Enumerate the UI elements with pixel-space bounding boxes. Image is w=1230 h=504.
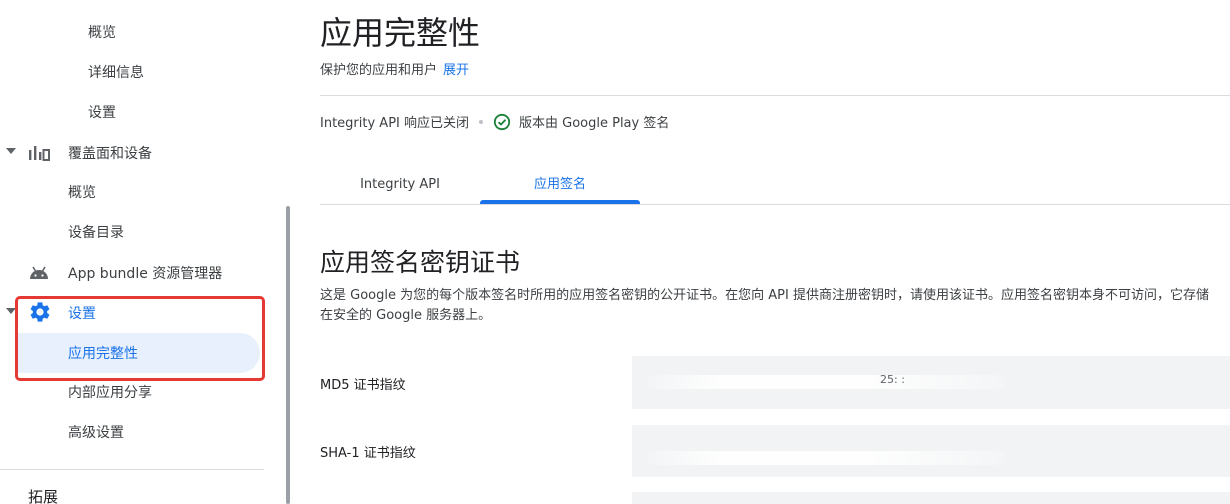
md5-label: MD5 证书指纹 xyxy=(320,378,406,393)
main-content: 应用完整性 保护您的应用和用户 展开 Integrity API 响应已关闭 版本… xyxy=(320,0,1230,504)
sidebar-item-label: 覆盖面和设备 xyxy=(68,146,152,162)
caret-down-icon[interactable] xyxy=(6,148,16,154)
redaction-blur xyxy=(648,451,1004,465)
md5-value-field[interactable]: 25: : xyxy=(632,356,1230,409)
sidebar-item-internal-app-sharing[interactable]: 内部应用分享 xyxy=(68,372,152,412)
tab-bar: Integrity API 应用签名 xyxy=(320,166,1230,205)
section-description: 这是 Google 为您的每个版本签名时所用的应用签名密钥的公开证书。在您向 A… xyxy=(320,288,1209,323)
subtitle-text: 保护您的应用和用户 xyxy=(320,63,438,78)
section-title: 应用签名密钥证书 xyxy=(320,248,521,277)
status-row: Integrity API 响应已关闭 版本由 Google Play 签名 xyxy=(320,112,669,131)
sidebar-item-device-catalog[interactable]: 设备目录 xyxy=(68,212,124,252)
annotation-highlight-box xyxy=(15,296,265,381)
android-icon xyxy=(30,266,48,279)
sidebar-item-overview[interactable]: 概览 xyxy=(88,12,116,52)
sha1-value-field[interactable] xyxy=(632,425,1230,477)
sidebar-item-label: 概览 xyxy=(68,185,96,201)
sidebar-item-label: App bundle 资源管理器 xyxy=(68,266,223,282)
page-subtitle: 保护您的应用和用户 展开 xyxy=(320,59,469,78)
sidebar-section-heading: 拓展 xyxy=(28,488,59,504)
sidebar-item-label: 详细信息 xyxy=(88,65,144,81)
sidebar-scrollbar[interactable] xyxy=(286,206,290,504)
tab-integrity-api[interactable]: Integrity API xyxy=(320,166,480,205)
sidebar-item-label: 设备目录 xyxy=(68,225,124,241)
sha1-label: SHA-1 证书指纹 xyxy=(320,446,416,461)
tabs-divider xyxy=(320,204,1230,205)
header-divider xyxy=(320,95,1230,96)
signing-status: 版本由 Google Play 签名 xyxy=(519,116,670,131)
sidebar-divider xyxy=(0,469,264,470)
separator-dot xyxy=(479,119,483,124)
redaction-blur xyxy=(648,375,1004,389)
sidebar-item-label: 内部应用分享 xyxy=(68,385,152,401)
check-circle-icon xyxy=(493,113,511,130)
sidebar-item-advanced-settings[interactable]: 高级设置 xyxy=(68,412,124,452)
sidebar-item-reach-devices[interactable]: 覆盖面和设备 xyxy=(0,132,264,172)
page-title: 应用完整性 xyxy=(320,14,481,52)
sidebar-item-details[interactable]: 详细信息 xyxy=(88,52,144,92)
sidebar-item-settings-sub[interactable]: 设置 xyxy=(88,92,116,132)
bar-chart-icon xyxy=(29,146,50,161)
active-tab-indicator xyxy=(480,200,640,204)
sidebar-item-reach-overview[interactable]: 概览 xyxy=(68,172,96,212)
next-value-field[interactable] xyxy=(632,492,1230,504)
expand-link[interactable]: 展开 xyxy=(443,63,469,78)
sidebar-item-label: 高级设置 xyxy=(68,425,124,441)
integrity-api-status: Integrity API 响应已关闭 xyxy=(320,116,469,131)
sidebar-nav: 概览 详细信息 设置 覆盖面和设备 概览 设备目录 App bundle 资源管… xyxy=(0,0,290,504)
sidebar-item-label: 概览 xyxy=(88,25,116,41)
sidebar-item-app-bundle-explorer[interactable]: App bundle 资源管理器 xyxy=(0,252,264,292)
sidebar-item-label: 设置 xyxy=(88,105,116,121)
md5-value-fragment: 25: : xyxy=(880,373,905,386)
